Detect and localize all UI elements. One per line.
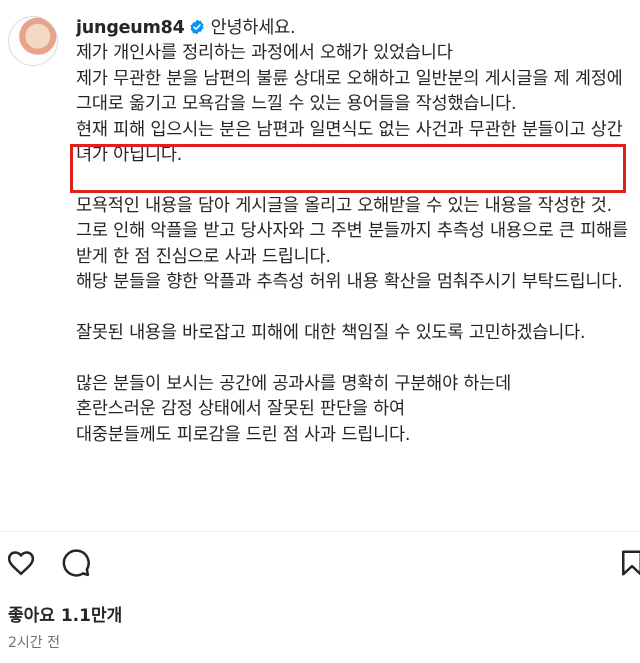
caption-paragraph-3: 모욕적인 내용을 담아 게시글을 올리고 오해받을 수 있는 내용을 작성한 것… <box>76 195 628 445</box>
bookmark-icon <box>622 550 640 576</box>
comment-icon <box>62 549 90 577</box>
save-button[interactable] <box>612 543 640 583</box>
post-caption: jungeum84 안녕하세요. 제가 개인사를 정리하는 과정에서 오해가 있었… <box>76 16 630 528</box>
comment-button[interactable] <box>56 543 96 583</box>
username[interactable]: jungeum84 <box>76 18 185 38</box>
heart-icon <box>7 551 35 576</box>
post-timestamp[interactable]: 2시간 전 <box>8 632 60 652</box>
action-bar <box>0 543 640 583</box>
likes-count[interactable]: 좋아요 1.1만개 <box>8 601 122 626</box>
verified-badge-icon <box>190 19 204 35</box>
caption-paragraph-1: 제가 개인사를 정리하는 과정에서 오해가 있었습니다 제가 무관한 분을 남편… <box>76 43 623 115</box>
caption-paragraph-highlighted: 현재 피해 입으시는 분은 남편과 일면식도 없는 사건과 무관한 분들이고 상… <box>76 119 623 166</box>
caption-header: jungeum84 안녕하세요. <box>76 16 630 41</box>
like-button[interactable] <box>1 543 41 583</box>
caption-greeting: 안녕하세요. <box>210 18 296 38</box>
divider <box>0 531 640 532</box>
avatar[interactable] <box>8 16 58 66</box>
